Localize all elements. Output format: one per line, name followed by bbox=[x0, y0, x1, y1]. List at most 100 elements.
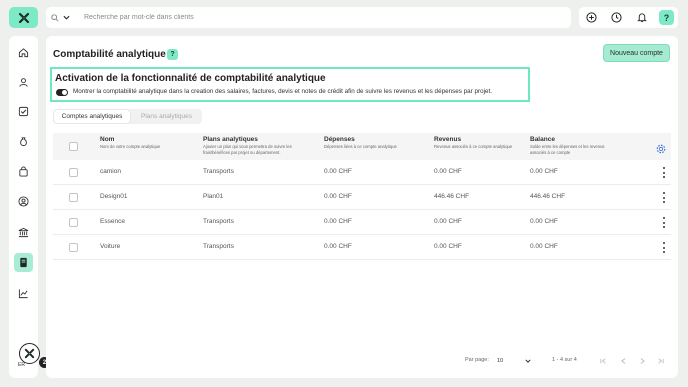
contacts-icon bbox=[19, 78, 28, 87]
activation-description: Montrer la comptabilité analytique dans … bbox=[73, 88, 492, 95]
checkbox-icon bbox=[18, 106, 29, 117]
table-header: Nom Nom de votre compte analytique Plans… bbox=[53, 133, 671, 160]
ledger-icon bbox=[20, 257, 27, 268]
table-row[interactable]: Design01 Plan01 0.00 CHF 446.46 CHF 446.… bbox=[53, 185, 671, 210]
per-page-value: 10 bbox=[497, 358, 504, 364]
user-avatar[interactable]: ER 2 bbox=[13, 343, 50, 372]
column-title: Revenus bbox=[434, 136, 462, 143]
app-logo[interactable] bbox=[9, 7, 38, 28]
row-menu-icon[interactable] bbox=[661, 242, 667, 253]
column-title: Plans analytiques bbox=[203, 136, 258, 143]
cell-balance: 446.46 CHF bbox=[530, 193, 566, 200]
row-menu-icon[interactable] bbox=[661, 192, 667, 203]
sidebar-item-contacts[interactable] bbox=[14, 73, 33, 92]
next-page-icon[interactable] bbox=[638, 356, 646, 365]
column-subtitle: Solde entre les dépenses et les revenus … bbox=[530, 144, 605, 155]
sidebar-item-sales[interactable] bbox=[14, 162, 33, 181]
table-row[interactable]: Voiture Transports 0.00 CHF 0.00 CHF 0.0… bbox=[53, 235, 671, 260]
avatar bbox=[19, 343, 40, 364]
sidebar-item-bank[interactable] bbox=[14, 223, 33, 242]
clock-icon[interactable] bbox=[609, 10, 624, 25]
chevron-down-icon bbox=[525, 359, 531, 363]
cell-nom: Essence bbox=[100, 218, 125, 225]
column-title: Balance bbox=[530, 136, 555, 143]
tab-comptes-analytiques[interactable]: Comptes analytiques bbox=[54, 110, 130, 123]
sidebar-item-tasks[interactable] bbox=[14, 102, 33, 121]
logo-icon bbox=[18, 12, 29, 23]
column-header-revenus: Revenus Revenus associés à ce compte ana… bbox=[434, 136, 518, 150]
tab-plans-analytiques[interactable]: Plans analytiques bbox=[133, 110, 200, 123]
sidebar bbox=[9, 36, 38, 378]
table-row[interactable]: camion Transports 0.00 CHF 0.00 CHF 0.00… bbox=[53, 160, 671, 185]
help-icon[interactable]: ? bbox=[167, 49, 178, 60]
bell-icon[interactable] bbox=[634, 10, 649, 25]
table-row[interactable]: Essence Transports 0.00 CHF 0.00 CHF 0.0… bbox=[53, 210, 671, 235]
column-title: Dépenses bbox=[324, 136, 355, 143]
chevron-down-icon[interactable] bbox=[63, 15, 70, 20]
per-page-select[interactable]: 10 bbox=[497, 356, 531, 366]
column-subtitle: Ajouter un plan qui vous permettra de su… bbox=[203, 144, 292, 155]
column-header-depenses: Dépenses Dépenses liées à ce compte anal… bbox=[324, 136, 420, 150]
sidebar-item-ledger[interactable] bbox=[14, 253, 33, 272]
row-checkbox[interactable] bbox=[69, 193, 78, 202]
cell-plan: Transports bbox=[203, 218, 234, 225]
cell-revenus: 0.00 CHF bbox=[434, 243, 462, 250]
column-title: Nom bbox=[100, 136, 115, 143]
column-header-balance: Balance Solde entre les dépenses et les … bbox=[530, 136, 612, 156]
money-bag-icon bbox=[20, 137, 27, 147]
activation-title: Activation de la fonctionnalité de compt… bbox=[55, 73, 326, 84]
per-page-label: Par page: bbox=[465, 357, 489, 363]
logo-avatar-icon bbox=[24, 348, 35, 359]
new-account-button[interactable]: Nouveau compte bbox=[603, 44, 670, 62]
column-header-nom: Nom Nom de votre compte analytique bbox=[100, 136, 190, 150]
row-menu-icon[interactable] bbox=[661, 167, 667, 178]
gear-icon[interactable] bbox=[656, 141, 666, 159]
home-icon bbox=[18, 48, 29, 58]
toggle-knob bbox=[62, 90, 67, 95]
bank-icon bbox=[18, 227, 29, 238]
column-header-plans: Plans analytiques Ajouter un plan qui vo… bbox=[203, 136, 315, 156]
shopping-bag-icon bbox=[19, 166, 28, 177]
header-actions: ? bbox=[579, 7, 678, 28]
column-subtitle: Nom de votre compte analytique bbox=[100, 144, 161, 149]
prev-page-icon[interactable] bbox=[619, 356, 627, 365]
cell-revenus: 446.46 CHF bbox=[434, 193, 470, 200]
help-icon[interactable]: ? bbox=[659, 10, 674, 25]
row-menu-icon[interactable] bbox=[661, 217, 667, 228]
sidebar-item-home[interactable] bbox=[14, 43, 33, 62]
sidebar-item-reports[interactable] bbox=[14, 284, 33, 303]
tab-bar: Comptes analytiques Plans analytiques bbox=[53, 109, 202, 124]
row-checkbox[interactable] bbox=[69, 243, 78, 252]
plus-circle-icon[interactable] bbox=[584, 10, 599, 25]
page-title: Comptabilité analytique bbox=[53, 49, 166, 60]
cell-plan: Transports bbox=[203, 168, 234, 175]
cell-plan: Plan01 bbox=[203, 193, 224, 200]
cell-depenses: 0.00 CHF bbox=[324, 168, 352, 175]
row-checkbox[interactable] bbox=[69, 218, 78, 227]
sidebar-item-users[interactable] bbox=[14, 192, 33, 211]
cell-revenus: 0.00 CHF bbox=[434, 218, 462, 225]
page-range: 1 - 4 sur 4 bbox=[552, 357, 577, 363]
activation-section: Activation de la fonctionnalité de compt… bbox=[50, 67, 530, 102]
cell-nom: Design01 bbox=[100, 193, 128, 200]
search-input[interactable] bbox=[84, 14, 524, 21]
column-subtitle: Dépenses liées à ce compte analytique bbox=[324, 144, 397, 149]
search-bar[interactable] bbox=[46, 7, 571, 28]
first-page-icon[interactable] bbox=[599, 356, 607, 365]
chart-line-icon bbox=[18, 289, 28, 299]
search-icon bbox=[51, 13, 59, 22]
avatar-initials: ER bbox=[18, 362, 25, 368]
cell-nom: camion bbox=[100, 168, 121, 175]
activation-toggle[interactable] bbox=[56, 89, 68, 96]
cell-balance: 0.00 CHF bbox=[530, 243, 558, 250]
select-all-checkbox[interactable] bbox=[69, 142, 78, 151]
cell-depenses: 0.00 CHF bbox=[324, 243, 352, 250]
cell-balance: 0.00 CHF bbox=[530, 218, 558, 225]
cell-plan: Transports bbox=[203, 243, 234, 250]
column-subtitle: Revenus associés à ce compte analytique bbox=[434, 144, 513, 149]
cell-balance: 0.00 CHF bbox=[530, 168, 558, 175]
last-page-icon[interactable] bbox=[656, 356, 664, 365]
cell-revenus: 0.00 CHF bbox=[434, 168, 462, 175]
row-checkbox[interactable] bbox=[69, 168, 78, 177]
sidebar-item-finance[interactable] bbox=[14, 132, 33, 151]
